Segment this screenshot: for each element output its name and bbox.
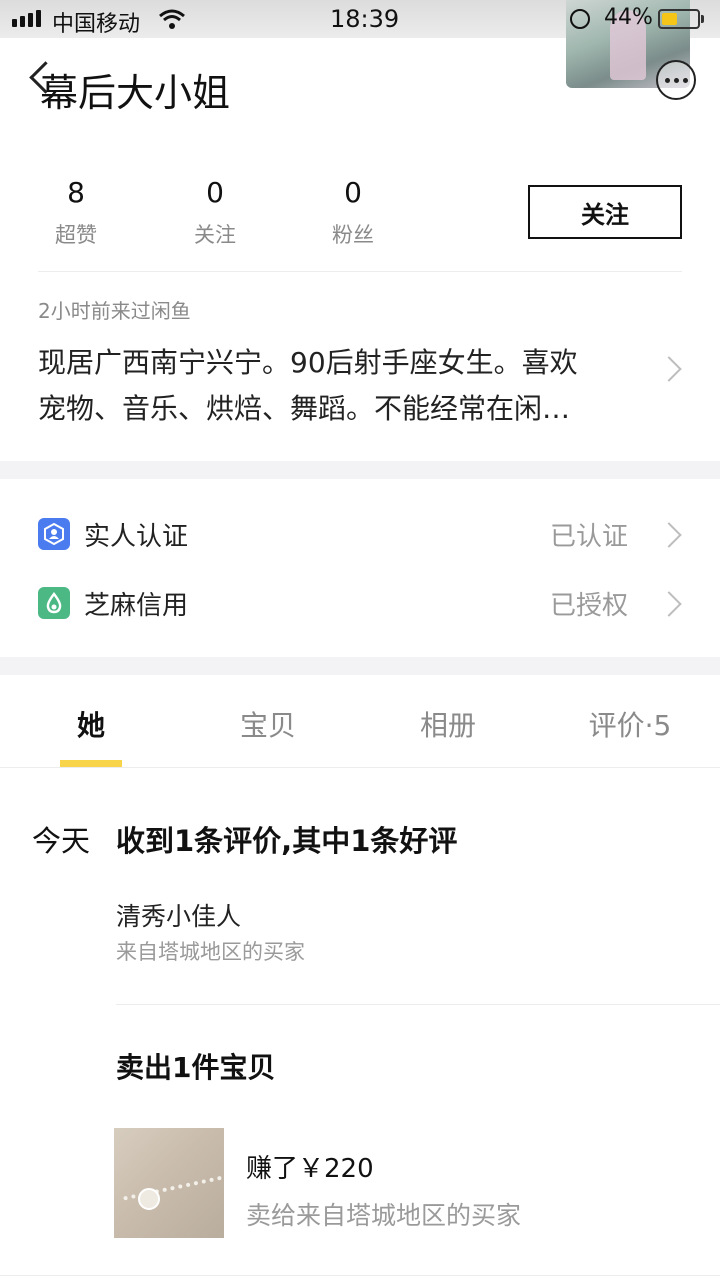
divider (38, 271, 682, 272)
person-id-icon (38, 518, 70, 550)
status-time: 18:39 (330, 5, 400, 33)
more-options-button[interactable] (656, 60, 696, 100)
sold-to-text: 卖给来自塔城地区的买家 (246, 1201, 522, 1230)
stat-followers[interactable]: 0 粉丝 (313, 176, 393, 249)
wifi-icon (159, 9, 185, 29)
tab-items[interactable]: 宝贝 (228, 704, 308, 744)
stat-followers-label: 粉丝 (332, 223, 374, 247)
battery-fill (662, 13, 677, 25)
chevron-right-icon (656, 522, 682, 548)
verify-label: 实人认证 (84, 522, 189, 552)
stat-likes-label: 超赞 (55, 223, 97, 247)
bio-text[interactable]: 现居广西南宁兴宁。90后射手座女生。喜欢 宠物、音乐、烘焙、舞蹈。不能经常在闲… (38, 340, 638, 432)
verify-row-real-person[interactable]: 实人认证 已认证 (0, 504, 720, 566)
reviewer-name[interactable]: 清秀小佳人 (116, 897, 241, 933)
follow-button[interactable]: 关注 (528, 185, 682, 239)
stat-followers-value: 0 (344, 176, 362, 209)
carrier-name: 中国移动 (52, 12, 141, 37)
verify-status: 已认证 (549, 522, 628, 552)
verify-status: 已授权 (549, 591, 628, 621)
sesame-drop-icon (38, 587, 70, 619)
bio-line-1: 现居广西南宁兴宁。90后射手座女生。喜欢 (38, 346, 578, 379)
tab-reviews[interactable]: 评价·5 (576, 704, 684, 744)
stat-following-label: 关注 (194, 223, 236, 247)
page-title: 幕后大小姐 (40, 71, 231, 115)
section-separator (0, 461, 720, 479)
verify-row-sesame-credit[interactable]: 芝麻信用 已授权 (0, 573, 720, 635)
bio-chevron-right-icon[interactable] (656, 356, 682, 382)
reviewer-location: 来自塔城地区的买家 (116, 940, 305, 964)
tab-album[interactable]: 相册 (408, 704, 488, 744)
verify-label: 芝麻信用 (84, 591, 189, 621)
last-seen-text: 2小时前来过闲鱼 (38, 299, 191, 323)
feed-summary: 收到1条评价,其中1条好评 (116, 824, 458, 858)
divider (0, 1275, 720, 1276)
item-thumbnail[interactable] (114, 1128, 224, 1238)
battery-percentage: 44% (604, 5, 653, 30)
active-tab-indicator (60, 760, 122, 767)
chevron-right-icon (656, 591, 682, 617)
orientation-lock-icon (570, 9, 590, 29)
stat-likes[interactable]: 8 超赞 (36, 176, 116, 249)
section-separator (0, 657, 720, 675)
divider (0, 767, 720, 768)
bio-line-2: 宠物、音乐、烘焙、舞蹈。不能经常在闲… (38, 392, 571, 425)
sold-title: 卖出1件宝贝 (116, 1051, 276, 1084)
cellular-signal-icon (12, 10, 41, 27)
stat-following[interactable]: 0 关注 (175, 176, 255, 249)
battery-icon (658, 9, 700, 29)
divider (116, 1004, 720, 1005)
feed-date: 今天 (32, 824, 91, 858)
earned-amount: 赚了￥220 (246, 1154, 374, 1184)
battery-tip (701, 15, 704, 23)
tab-her[interactable]: 她 (60, 704, 122, 744)
stat-likes-value: 8 (67, 176, 85, 209)
stat-following-value: 0 (206, 176, 224, 209)
